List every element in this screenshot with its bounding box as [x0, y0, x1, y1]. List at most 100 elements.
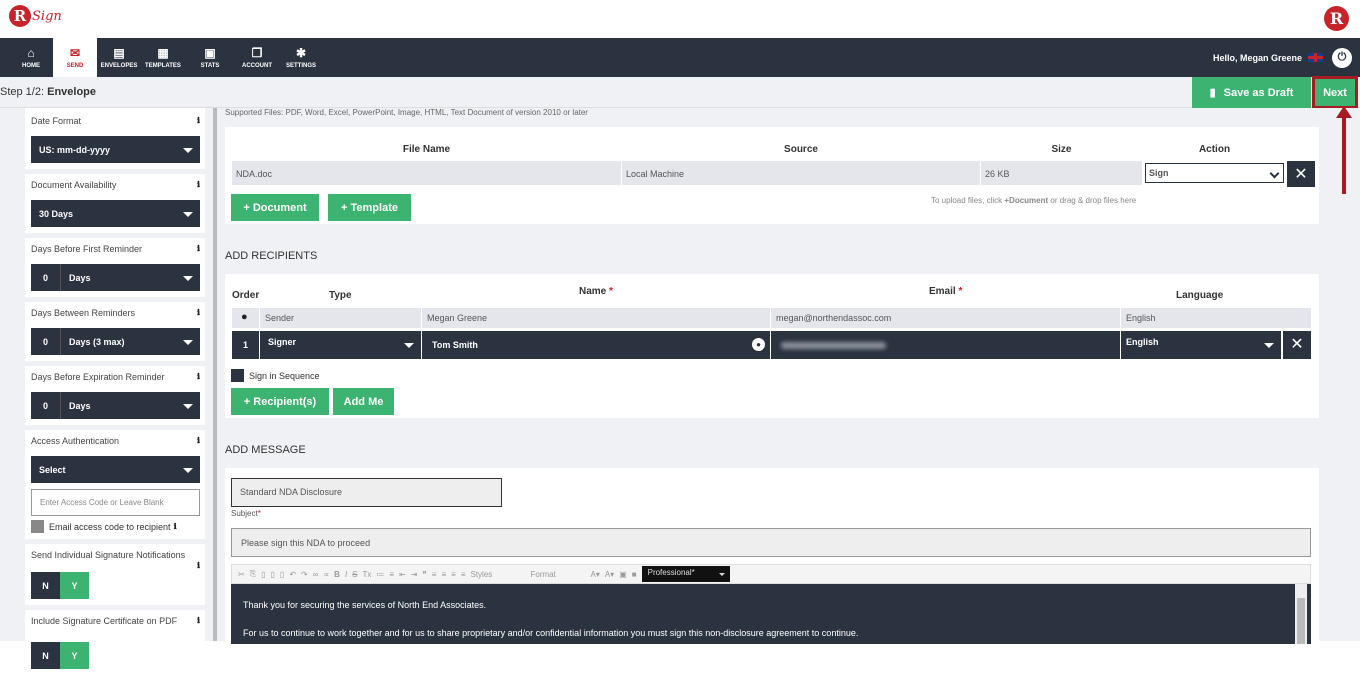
- info-icon[interactable]: ℹ: [197, 616, 200, 630]
- bg-color-icon[interactable]: A▾: [605, 570, 614, 579]
- files-panel: File Name Source Size Action NDA.doc Loc…: [225, 127, 1319, 224]
- message-body[interactable]: Thank you for securing the services of N…: [231, 584, 1311, 644]
- redo-icon[interactable]: ↷: [301, 570, 308, 579]
- next-button[interactable]: Next: [1312, 76, 1358, 109]
- subject-input[interactable]: Please sign this NDA to proceed: [231, 528, 1311, 557]
- col-order: Order: [232, 290, 260, 301]
- info-icon[interactable]: ℹ: [197, 180, 200, 194]
- nav-send[interactable]: ✉ SEND: [53, 38, 97, 77]
- paste-word-icon[interactable]: ▯: [280, 570, 284, 579]
- justify-icon[interactable]: ≡: [461, 570, 466, 579]
- uk-flag-icon[interactable]: [1308, 53, 1323, 62]
- bullet-list-icon[interactable]: ≡: [389, 570, 394, 579]
- signer-order[interactable]: 1: [232, 331, 259, 359]
- availability-select[interactable]: 30 Days: [31, 200, 200, 227]
- add-document-button[interactable]: + Document: [231, 194, 319, 221]
- add-recipient-button[interactable]: + Recipient(s): [231, 388, 329, 415]
- bold-icon[interactable]: B: [334, 570, 340, 579]
- file-action-select[interactable]: Sign: [1145, 163, 1284, 183]
- editor-scrollbar[interactable]: [1295, 584, 1307, 644]
- expiration-number[interactable]: 0: [31, 392, 61, 419]
- between-reminders-number[interactable]: 0: [31, 328, 61, 355]
- signer-language-select[interactable]: English: [1121, 331, 1281, 359]
- paste-text-icon[interactable]: ▯: [271, 570, 275, 579]
- signer-name-input[interactable]: Tom Smith ●: [422, 331, 770, 359]
- individual-no-toggle[interactable]: N: [31, 572, 60, 599]
- save-draft-button[interactable]: ▮ Save as Draft: [1192, 77, 1311, 108]
- copy-icon[interactable]: ⎘: [250, 569, 256, 579]
- power-icon[interactable]: ⏻: [1332, 47, 1352, 68]
- format-dropdown[interactable]: Format: [530, 570, 585, 579]
- certificate-no-toggle[interactable]: N: [31, 642, 60, 669]
- clear-format-icon[interactable]: Tx: [363, 570, 372, 579]
- nav-settings[interactable]: ✱ SETTINGS: [279, 38, 323, 77]
- info-icon[interactable]: ℹ: [197, 372, 200, 386]
- first-reminder-number[interactable]: 0: [31, 264, 61, 291]
- outdent-icon[interactable]: ⇤: [399, 570, 406, 579]
- image-icon[interactable]: ▣: [619, 570, 627, 579]
- align-right-icon[interactable]: ≡: [451, 570, 456, 579]
- info-icon[interactable]: ℹ: [197, 436, 200, 450]
- col-source: Source: [784, 144, 818, 155]
- contact-icon[interactable]: ●: [752, 338, 765, 351]
- styles-dropdown[interactable]: Styles: [470, 570, 525, 579]
- nav-envelopes[interactable]: ▤ ENVELOPES: [97, 38, 141, 77]
- sequence-checkbox[interactable]: [231, 369, 244, 382]
- theme-dropdown[interactable]: Professional*: [641, 566, 730, 582]
- rsign-logo[interactable]: R Sign: [9, 5, 62, 27]
- nav-home[interactable]: ⌂ HOME: [9, 38, 53, 77]
- expiration-select[interactable]: Days: [61, 392, 200, 419]
- special-icon[interactable]: ■: [632, 570, 637, 579]
- add-message-heading: ADD MESSAGE: [225, 444, 306, 456]
- between-reminders-select[interactable]: Days (3 max): [61, 328, 200, 355]
- access-auth-select[interactable]: Select: [31, 456, 200, 483]
- access-code-input[interactable]: Enter Access Code or Leave Blank: [31, 489, 200, 516]
- indent-icon[interactable]: ⇥: [411, 570, 418, 579]
- main-area: Date Format ℹ US: mm-dd-yyyy Document Ava…: [0, 108, 1360, 675]
- unlink-icon[interactable]: ∝: [323, 570, 329, 579]
- sidebar-scrollbar[interactable]: [213, 108, 217, 641]
- italic-icon[interactable]: I: [345, 570, 347, 579]
- signer-email-input[interactable]: [771, 331, 1120, 359]
- message-template-select[interactable]: Standard NDA Disclosure: [231, 478, 502, 507]
- account-icon: ❐: [251, 45, 263, 60]
- paste-icon[interactable]: ▯: [261, 570, 265, 579]
- upload-hint: To upload files, click +Document or drag…: [931, 196, 1137, 205]
- nav-templates[interactable]: ▦ TEMPLATES: [141, 38, 185, 77]
- step-bar: Step 1/2: Envelope ▮ Save as Draft Next: [0, 76, 1360, 109]
- certificate-yes-toggle[interactable]: Y: [60, 642, 89, 669]
- signer-type-select[interactable]: Signer: [260, 331, 421, 359]
- info-icon[interactable]: ℹ: [197, 561, 200, 570]
- sender-type: Sender: [260, 308, 421, 328]
- align-center-icon[interactable]: ≡: [441, 570, 446, 579]
- strike-icon[interactable]: S: [352, 570, 357, 579]
- nav-stats[interactable]: ▣ STATS: [185, 38, 235, 77]
- nav-account[interactable]: ❐ ACCOUNT: [235, 38, 279, 77]
- add-me-button[interactable]: Add Me: [333, 388, 394, 415]
- sign-in-sequence[interactable]: Sign in Sequence: [231, 369, 320, 382]
- message-panel: Standard NDA Disclosure Subject* Please …: [225, 468, 1319, 644]
- numbered-list-icon[interactable]: ≔: [376, 570, 384, 579]
- info-icon[interactable]: ℹ: [197, 244, 200, 258]
- email-code-checkbox[interactable]: [31, 520, 44, 533]
- text-color-icon[interactable]: A▾: [590, 570, 599, 579]
- undo-icon[interactable]: ↶: [289, 570, 296, 579]
- cut-icon[interactable]: ✂: [238, 570, 245, 579]
- info-icon[interactable]: ℹ: [197, 116, 200, 130]
- info-icon[interactable]: ℹ: [174, 522, 177, 531]
- briefcase-icon: ▣: [204, 45, 216, 60]
- individual-yes-toggle[interactable]: Y: [60, 572, 89, 599]
- quote-icon[interactable]: ❞: [422, 570, 426, 579]
- remove-file-icon[interactable]: ✕: [1287, 161, 1315, 187]
- file-name-cell: NDA.doc: [232, 161, 621, 185]
- step-title: Step 1/2: Envelope: [0, 86, 97, 98]
- remove-recipient-icon[interactable]: ✕: [1283, 331, 1311, 359]
- top-bar: R Sign R: [0, 0, 1360, 38]
- link-icon[interactable]: ∞: [313, 570, 319, 579]
- info-icon[interactable]: ℹ: [197, 308, 200, 322]
- first-reminder-select[interactable]: Days: [61, 264, 200, 291]
- add-template-button[interactable]: + Template: [328, 194, 411, 221]
- align-left-icon[interactable]: ≡: [432, 570, 437, 579]
- date-format-select[interactable]: US: mm-dd-yyyy: [31, 136, 200, 163]
- sender-order: ●: [232, 308, 259, 328]
